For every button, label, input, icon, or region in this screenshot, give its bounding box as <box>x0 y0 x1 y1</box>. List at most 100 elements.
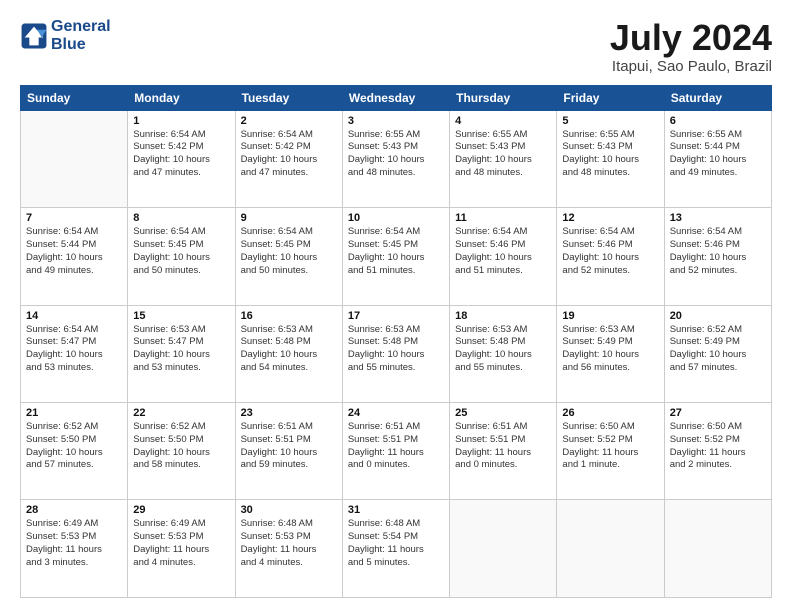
day-info: Sunrise: 6:53 AM Sunset: 5:49 PM Dayligh… <box>562 324 658 375</box>
logo-text-line1: General <box>51 18 111 36</box>
table-row <box>450 500 557 598</box>
table-row <box>21 110 128 207</box>
day-number: 24 <box>348 407 444 419</box>
day-info: Sunrise: 6:51 AM Sunset: 5:51 PM Dayligh… <box>455 421 551 472</box>
day-number: 22 <box>133 407 229 419</box>
day-number: 9 <box>241 212 337 224</box>
col-monday: Monday <box>128 85 235 110</box>
day-number: 26 <box>562 407 658 419</box>
day-number: 5 <box>562 115 658 127</box>
table-row: 6 Sunrise: 6:55 AM Sunset: 5:44 PM Daylig… <box>664 110 771 207</box>
col-saturday: Saturday <box>664 85 771 110</box>
table-row: 13Sunrise: 6:54 AM Sunset: 5:46 PM Dayli… <box>664 208 771 305</box>
table-row: 10 Sunrise: 6:54 AM Sunset: 5:45 PM Dayli… <box>342 208 449 305</box>
day-info: Sunrise: 6:52 AM Sunset: 5:49 PM Dayligh… <box>670 324 766 375</box>
day-number: 6 <box>670 115 766 127</box>
table-row <box>664 500 771 598</box>
header: General Blue July 2024 Itapui, Sao Paulo… <box>20 18 772 75</box>
table-row: 1 Sunrise: 6:54 AM Sunset: 5:42 PM Daylig… <box>128 110 235 207</box>
day-info: Sunrise: 6:54 AM Sunset: 5:42 PM Dayligh… <box>241 129 337 180</box>
day-number: 19 <box>562 310 658 322</box>
day-info: Sunrise: 6:55 AM Sunset: 5:44 PM Dayligh… <box>670 129 766 180</box>
day-info: Sunrise: 6:48 AM Sunset: 5:54 PM Dayligh… <box>348 518 444 569</box>
day-info: Sunrise: 6:52 AM Sunset: 5:50 PM Dayligh… <box>133 421 229 472</box>
day-info: Sunrise: 6:54 AM Sunset: 5:44 PM Dayligh… <box>26 226 122 277</box>
day-number: 28 <box>26 504 122 516</box>
col-tuesday: Tuesday <box>235 85 342 110</box>
day-number: 25 <box>455 407 551 419</box>
table-row: 7 Sunrise: 6:54 AM Sunset: 5:44 PM Daylig… <box>21 208 128 305</box>
table-row: 19 Sunrise: 6:53 AM Sunset: 5:49 PM Dayli… <box>557 305 664 402</box>
table-row: 30 Sunrise: 6:48 AM Sunset: 5:53 PM Dayli… <box>235 500 342 598</box>
table-row: 27Sunrise: 6:50 AM Sunset: 5:52 PM Dayli… <box>664 403 771 500</box>
day-number: 1 <box>133 115 229 127</box>
day-info: Sunrise: 6:54 AM Sunset: 5:42 PM Dayligh… <box>133 129 229 180</box>
table-row: 8Sunrise: 6:54 AM Sunset: 5:45 PM Daylig… <box>128 208 235 305</box>
col-wednesday: Wednesday <box>342 85 449 110</box>
col-friday: Friday <box>557 85 664 110</box>
logo: General Blue <box>20 18 111 53</box>
table-row: 15Sunrise: 6:53 AM Sunset: 5:47 PM Dayli… <box>128 305 235 402</box>
day-info: Sunrise: 6:55 AM Sunset: 5:43 PM Dayligh… <box>348 129 444 180</box>
day-info: Sunrise: 6:49 AM Sunset: 5:53 PM Dayligh… <box>26 518 122 569</box>
col-thursday: Thursday <box>450 85 557 110</box>
day-info: Sunrise: 6:52 AM Sunset: 5:50 PM Dayligh… <box>26 421 122 472</box>
table-row: 24 Sunrise: 6:51 AM Sunset: 5:51 PM Dayli… <box>342 403 449 500</box>
table-row: 25 Sunrise: 6:51 AM Sunset: 5:51 PM Dayli… <box>450 403 557 500</box>
day-info: Sunrise: 6:53 AM Sunset: 5:48 PM Dayligh… <box>348 324 444 375</box>
table-row: 20 Sunrise: 6:52 AM Sunset: 5:49 PM Dayli… <box>664 305 771 402</box>
table-row: 3 Sunrise: 6:55 AM Sunset: 5:43 PM Daylig… <box>342 110 449 207</box>
day-number: 14 <box>26 310 122 322</box>
title-block: July 2024 Itapui, Sao Paulo, Brazil <box>610 18 772 75</box>
day-info: Sunrise: 6:49 AM Sunset: 5:53 PM Dayligh… <box>133 518 229 569</box>
day-number: 31 <box>348 504 444 516</box>
table-row: 9Sunrise: 6:54 AM Sunset: 5:45 PM Daylig… <box>235 208 342 305</box>
day-number: 20 <box>670 310 766 322</box>
day-info: Sunrise: 6:53 AM Sunset: 5:48 PM Dayligh… <box>455 324 551 375</box>
day-info: Sunrise: 6:55 AM Sunset: 5:43 PM Dayligh… <box>455 129 551 180</box>
table-row: 12 Sunrise: 6:54 AM Sunset: 5:46 PM Dayli… <box>557 208 664 305</box>
day-number: 4 <box>455 115 551 127</box>
day-info: Sunrise: 6:54 AM Sunset: 5:46 PM Dayligh… <box>562 226 658 277</box>
table-row: 28 Sunrise: 6:49 AM Sunset: 5:53 PM Dayli… <box>21 500 128 598</box>
day-info: Sunrise: 6:55 AM Sunset: 5:43 PM Dayligh… <box>562 129 658 180</box>
page-title: July 2024 <box>610 18 772 58</box>
table-row: 29 Sunrise: 6:49 AM Sunset: 5:53 PM Dayli… <box>128 500 235 598</box>
logo-icon <box>20 22 48 50</box>
day-info: Sunrise: 6:51 AM Sunset: 5:51 PM Dayligh… <box>348 421 444 472</box>
day-number: 10 <box>348 212 444 224</box>
day-number: 2 <box>241 115 337 127</box>
day-number: 11 <box>455 212 551 224</box>
table-row: 31 Sunrise: 6:48 AM Sunset: 5:54 PM Dayli… <box>342 500 449 598</box>
day-number: 7 <box>26 212 122 224</box>
day-number: 15 <box>133 310 229 322</box>
table-row: 26 Sunrise: 6:50 AM Sunset: 5:52 PM Dayli… <box>557 403 664 500</box>
page-subtitle: Itapui, Sao Paulo, Brazil <box>610 58 772 75</box>
day-number: 8 <box>133 212 229 224</box>
table-row: 23 Sunrise: 6:51 AM Sunset: 5:51 PM Dayli… <box>235 403 342 500</box>
day-info: Sunrise: 6:48 AM Sunset: 5:53 PM Dayligh… <box>241 518 337 569</box>
table-row <box>557 500 664 598</box>
day-info: Sunrise: 6:50 AM Sunset: 5:52 PM Dayligh… <box>562 421 658 472</box>
day-number: 23 <box>241 407 337 419</box>
day-number: 12 <box>562 212 658 224</box>
day-info: Sunrise: 6:53 AM Sunset: 5:48 PM Dayligh… <box>241 324 337 375</box>
day-number: 3 <box>348 115 444 127</box>
table-row: 22 Sunrise: 6:52 AM Sunset: 5:50 PM Dayli… <box>128 403 235 500</box>
col-sunday: Sunday <box>21 85 128 110</box>
day-info: Sunrise: 6:54 AM Sunset: 5:45 PM Dayligh… <box>348 226 444 277</box>
day-info: Sunrise: 6:51 AM Sunset: 5:51 PM Dayligh… <box>241 421 337 472</box>
table-row: 4 Sunrise: 6:55 AM Sunset: 5:43 PM Daylig… <box>450 110 557 207</box>
day-number: 18 <box>455 310 551 322</box>
day-number: 16 <box>241 310 337 322</box>
table-row: 18 Sunrise: 6:53 AM Sunset: 5:48 PM Dayli… <box>450 305 557 402</box>
day-info: Sunrise: 6:54 AM Sunset: 5:47 PM Dayligh… <box>26 324 122 375</box>
day-info: Sunrise: 6:50 AM Sunset: 5:52 PM Dayligh… <box>670 421 766 472</box>
day-number: 21 <box>26 407 122 419</box>
day-info: Sunrise: 6:54 AM Sunset: 5:46 PM Dayligh… <box>670 226 766 277</box>
table-row: 16 Sunrise: 6:53 AM Sunset: 5:48 PM Dayli… <box>235 305 342 402</box>
table-row: 11Sunrise: 6:54 AM Sunset: 5:46 PM Dayli… <box>450 208 557 305</box>
day-number: 30 <box>241 504 337 516</box>
calendar-table: Sunday Monday Tuesday Wednesday Thursday… <box>20 85 772 598</box>
day-number: 29 <box>133 504 229 516</box>
